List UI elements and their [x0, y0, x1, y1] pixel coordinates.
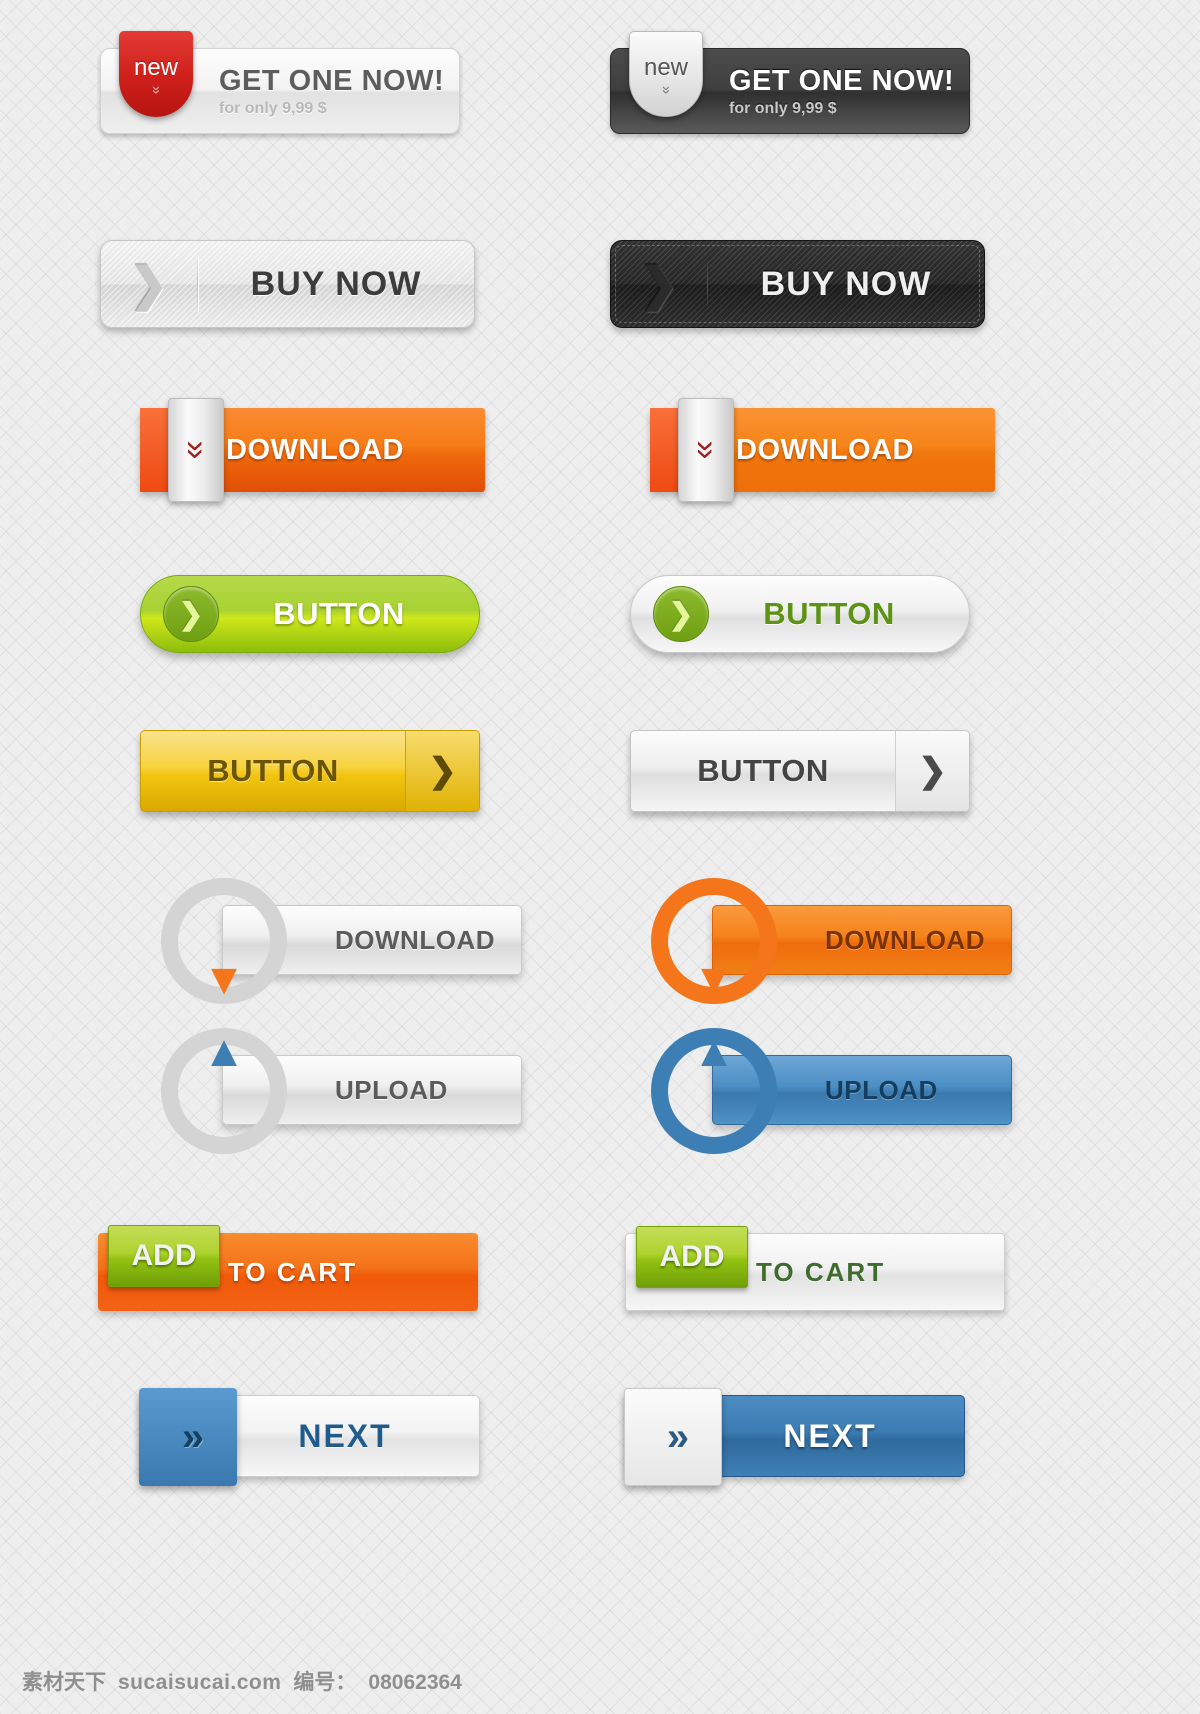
cell-right: ▲ UPLOAD: [600, 1028, 1200, 1154]
cell-right: BUTTON ❯: [600, 730, 1200, 812]
cell-left: new » GET ONE NOW! for only 9,99 $: [0, 31, 600, 134]
cell-left: ▼ DOWNLOAD: [0, 878, 600, 1004]
pill-button-green[interactable]: ❯ BUTTON: [140, 575, 480, 653]
chevron-right-icon: ❯: [639, 258, 679, 310]
cell-right: ADD TO CART: [600, 1226, 1200, 1311]
cell-right: ❯ BUY NOW: [600, 240, 1200, 328]
chevron-right-icon[interactable]: ❯: [405, 731, 479, 811]
buy-now-button-light[interactable]: ❯ BUY NOW: [100, 240, 475, 328]
double-chevron-down-icon: »: [678, 398, 734, 502]
next-label: NEXT: [783, 1417, 877, 1454]
arrow-button-yellow[interactable]: BUTTON ❯: [140, 730, 480, 812]
chevron-down-icon: »: [658, 85, 675, 94]
row-add-to-cart: ADD TO CART ADD TO CART: [0, 1225, 1200, 1311]
double-chevron-down-icon: »: [168, 398, 224, 502]
row-get-one-now: new » GET ONE NOW! for only 9,99 $ new »…: [0, 31, 1200, 134]
arrow-button-label: BUTTON: [697, 753, 829, 788]
buy-now-label: BUY NOW: [760, 264, 932, 303]
download-ring-button-silver[interactable]: ▼ DOWNLOAD: [161, 878, 522, 1004]
cell-right: » DOWNLOAD: [600, 398, 1200, 502]
to-cart-label: TO CART: [228, 1256, 358, 1287]
cell-left: » DOWNLOAD: [0, 398, 600, 502]
chevron-right-circle-icon: ❯: [653, 586, 709, 642]
cell-right: ▼ DOWNLOAD: [600, 878, 1200, 1004]
footer-site: sucaisucai.com: [118, 1671, 282, 1694]
download-button-orange[interactable]: » DOWNLOAD: [650, 398, 995, 502]
footer-id-label: 编号：: [293, 1671, 357, 1694]
cell-right: » NEXT: [600, 1388, 1200, 1486]
upload-arrow-circle-icon: ▲: [161, 1028, 287, 1154]
cell-left: ❯ BUTTON: [0, 575, 600, 653]
row-upload-ring: ▲ UPLOAD ▲ UPLOAD: [0, 1028, 1200, 1154]
upload-arrow-circle-icon: ▲: [651, 1028, 777, 1154]
double-chevron-right-icon: »: [624, 1388, 722, 1486]
download-label: DOWNLOAD: [226, 433, 404, 466]
get-one-now-subtitle: for only 9,99 $: [219, 99, 327, 117]
chevron-right-circle-icon: ❯: [163, 586, 219, 642]
download-button-orange-red[interactable]: » DOWNLOAD: [140, 398, 485, 502]
cell-left: ADD TO CART: [0, 1225, 600, 1311]
row-download-tab: » DOWNLOAD » DOWNLOAD: [0, 398, 1200, 502]
cell-left: » NEXT: [0, 1388, 600, 1486]
cell-right: ❯ BUTTON: [600, 575, 1200, 653]
arrow-button-label: BUTTON: [207, 753, 339, 788]
button-collection: new » GET ONE NOW! for only 9,99 $ new »…: [0, 0, 1200, 1714]
row-next: » NEXT » NEXT: [0, 1388, 1200, 1486]
new-ribbon-badge: new »: [119, 31, 193, 117]
cell-left: ❯ BUY NOW: [0, 240, 600, 328]
get-one-now-subtitle: for only 9,99 $: [729, 99, 837, 117]
chevron-right-icon[interactable]: ❯: [895, 731, 969, 811]
next-button-silver-bar[interactable]: » NEXT: [139, 1388, 480, 1486]
download-arrow-circle-icon: ▼: [161, 878, 287, 1004]
download-arrow-circle-icon: ▼: [651, 878, 777, 1004]
add-tab-label[interactable]: ADD: [636, 1226, 748, 1288]
upload-ring-button-silver[interactable]: ▲ UPLOAD: [161, 1028, 522, 1154]
footer-brand: 素材天下: [22, 1671, 106, 1694]
add-tab-label[interactable]: ADD: [108, 1225, 220, 1287]
new-ribbon-badge: new »: [629, 31, 703, 117]
add-to-cart-button-orange[interactable]: ADD TO CART: [98, 1225, 478, 1311]
cell-left: ▲ UPLOAD: [0, 1028, 600, 1154]
row-pill-button: ❯ BUTTON ❯ BUTTON: [0, 575, 1200, 653]
double-chevron-right-icon: »: [139, 1388, 237, 1486]
download-label: DOWNLOAD: [736, 433, 914, 466]
row-buy-now: ❯ BUY NOW ❯ BUY NOW: [0, 240, 1200, 328]
download-label: DOWNLOAD: [335, 924, 495, 955]
row-arrow-button: BUTTON ❯ BUTTON ❯: [0, 730, 1200, 812]
footer-watermark: 素材天下 sucaisucai.com 编号： 08062364: [22, 1666, 462, 1696]
upload-ring-button-blue[interactable]: ▲ UPLOAD: [651, 1028, 1012, 1154]
upload-label: UPLOAD: [825, 1074, 938, 1105]
pill-button-label: BUTTON: [763, 596, 895, 631]
buy-now-button-dark[interactable]: ❯ BUY NOW: [610, 240, 985, 328]
upload-label: UPLOAD: [335, 1074, 448, 1105]
next-label: NEXT: [298, 1417, 392, 1454]
chevron-right-icon: ❯: [129, 258, 169, 310]
pill-button-label: BUTTON: [273, 596, 405, 631]
cell-right: new » GET ONE NOW! for only 9,99 $: [600, 31, 1200, 134]
new-badge-label: new: [643, 53, 689, 81]
row-download-ring: ▼ DOWNLOAD ▼ DOWNLOAD: [0, 878, 1200, 1004]
get-one-now-title: GET ONE NOW!: [219, 64, 445, 97]
to-cart-label: TO CART: [756, 1256, 886, 1287]
get-one-now-button-light[interactable]: new » GET ONE NOW! for only 9,99 $: [100, 31, 460, 134]
get-one-now-button-dark[interactable]: new » GET ONE NOW! for only 9,99 $: [610, 31, 970, 134]
chevron-down-icon: »: [148, 85, 165, 94]
new-badge-label: new: [133, 53, 179, 81]
footer-id-value: 08062364: [368, 1671, 462, 1694]
buy-now-label: BUY NOW: [250, 264, 422, 303]
cell-left: BUTTON ❯: [0, 730, 600, 812]
arrow-button-silver[interactable]: BUTTON ❯: [630, 730, 970, 812]
get-one-now-title: GET ONE NOW!: [729, 64, 955, 97]
next-button-blue-bar[interactable]: » NEXT: [624, 1388, 965, 1486]
pill-button-silver[interactable]: ❯ BUTTON: [630, 575, 970, 653]
download-ring-button-orange[interactable]: ▼ DOWNLOAD: [651, 878, 1012, 1004]
download-label: DOWNLOAD: [825, 924, 985, 955]
add-to-cart-button-silver[interactable]: ADD TO CART: [625, 1226, 1005, 1311]
